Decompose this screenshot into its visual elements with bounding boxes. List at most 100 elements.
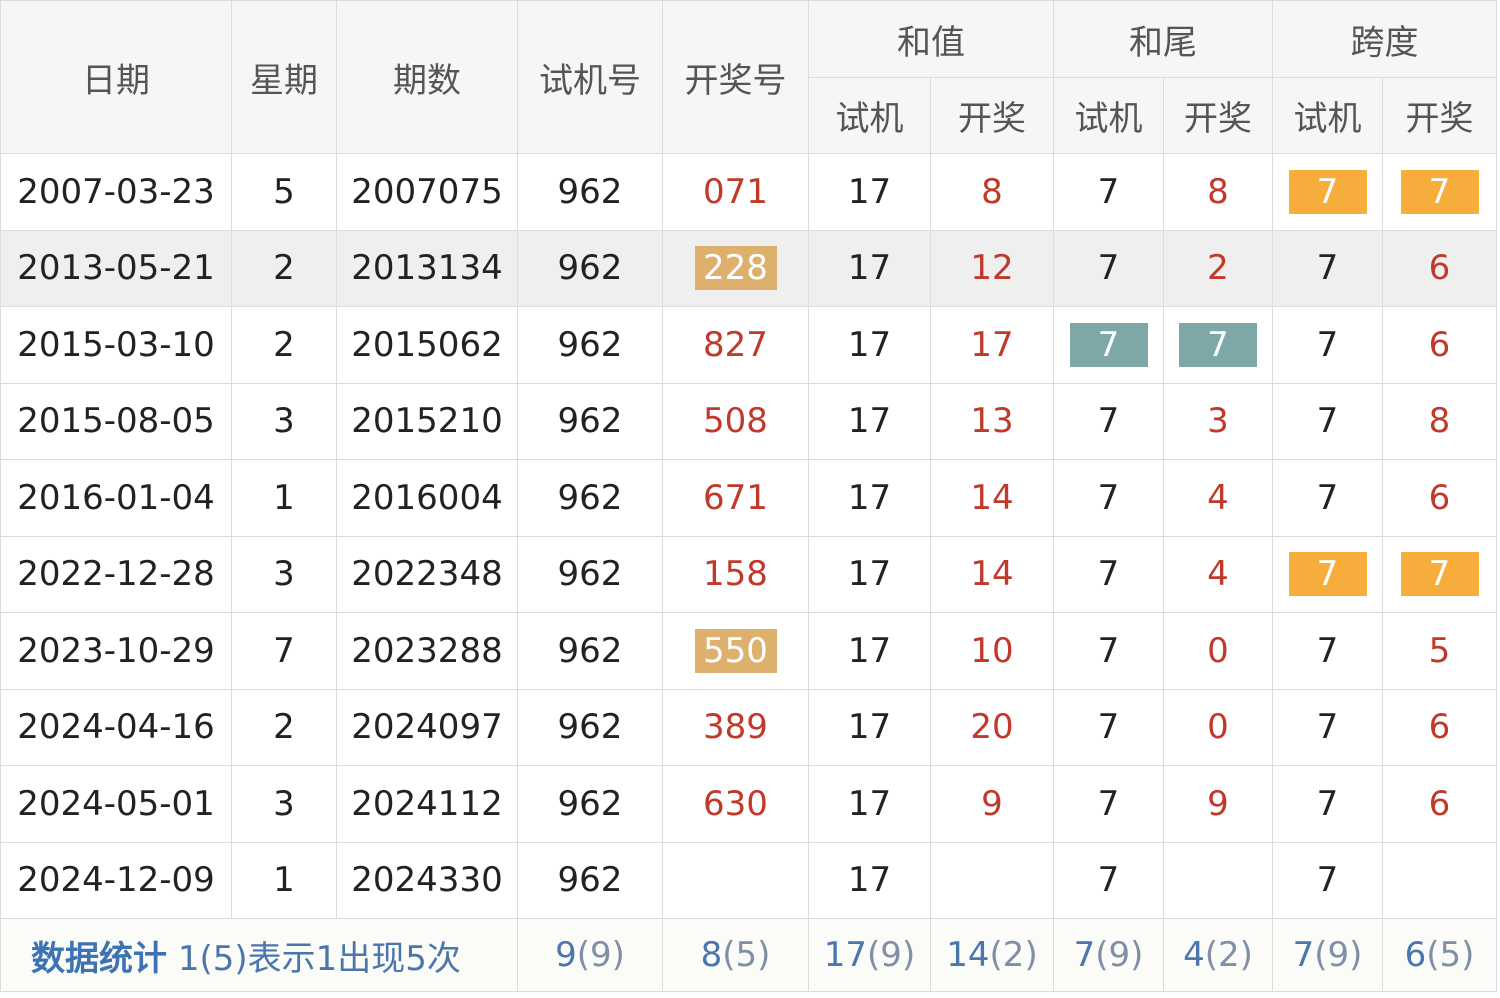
cell-issue: 2022348 xyxy=(336,535,518,613)
cell-tail-test: 7 xyxy=(1053,153,1164,231)
cell-tail-test: 7 xyxy=(1053,612,1164,690)
cell-weekday: 2 xyxy=(231,688,337,766)
cell-span-draw: 7 xyxy=(1382,153,1497,231)
highlight-badge: 7 xyxy=(1400,169,1479,214)
cell-draw-number: 071 xyxy=(662,153,809,231)
stats-row: 数据统计 1(5)表示1出现5次 9(9) 8(5) 17(9) 14(2) 7… xyxy=(0,918,1497,992)
stat-span-draw: 6(5) xyxy=(1382,918,1497,992)
table-row: 2015-03-10 2 2015062 962 827 17 17 7 7 7… xyxy=(0,306,1497,384)
lottery-history-table: 日期 星期 期数 试机号 开奖号 和值 和尾 跨度 试机 开奖 试机 开奖 试机… xyxy=(0,0,1497,992)
stat-value: 7 xyxy=(1292,935,1315,975)
cell-span-test: 7 xyxy=(1272,688,1383,766)
stat-count: (2) xyxy=(989,935,1038,975)
stat-value: 6 xyxy=(1404,935,1427,975)
table-row: 2024-12-09 1 2024330 962 17 7 7 xyxy=(0,841,1497,919)
cell-draw-number: 630 xyxy=(662,765,809,843)
cell-span-test: 7 xyxy=(1272,229,1383,307)
cell-tail-test: 7 xyxy=(1053,535,1164,613)
col-header-tail-test: 试机 xyxy=(1053,77,1164,154)
cell-test-number: 962 xyxy=(517,765,663,843)
cell-weekday: 1 xyxy=(231,459,337,537)
cell-test-number: 962 xyxy=(517,229,663,307)
highlight-badge: 7 xyxy=(1179,322,1257,367)
cell-span-draw: 6 xyxy=(1382,688,1497,766)
col-header-draw-number: 开奖号 xyxy=(662,0,809,154)
cell-date: 2013-05-21 xyxy=(0,229,232,307)
cell-span-test: 7 xyxy=(1272,459,1383,537)
highlight-badge: 7 xyxy=(1400,552,1479,597)
highlight-badge: 550 xyxy=(694,628,777,673)
cell-tail-draw: 9 xyxy=(1163,765,1273,843)
cell-test-number: 962 xyxy=(517,382,663,460)
highlight-badge: 7 xyxy=(1288,552,1367,597)
stat-value: 4 xyxy=(1183,935,1205,975)
cell-span-test: 7 xyxy=(1272,382,1383,460)
stats-title: 数据统计 xyxy=(31,938,167,979)
cell-test-number: 962 xyxy=(517,688,663,766)
cell-sum-draw: 14 xyxy=(930,535,1054,613)
cell-weekday: 3 xyxy=(231,382,337,460)
cell-span-draw: 8 xyxy=(1382,382,1497,460)
col-group-span: 跨度 xyxy=(1272,0,1497,78)
cell-sum-draw: 9 xyxy=(930,765,1054,843)
stat-count: (5) xyxy=(722,935,771,975)
col-header-sum-test: 试机 xyxy=(808,77,931,154)
cell-sum-draw: 17 xyxy=(930,306,1054,384)
cell-test-number: 962 xyxy=(517,535,663,613)
table-row: 2023-10-29 7 2023288 962 550 17 10 7 0 7… xyxy=(0,612,1497,690)
stat-value: 7 xyxy=(1073,935,1096,975)
stat-value: 9 xyxy=(555,935,577,975)
cell-tail-draw: 3 xyxy=(1163,382,1273,460)
cell-issue: 2015210 xyxy=(336,382,518,460)
col-header-weekday: 星期 xyxy=(231,0,337,154)
cell-draw-number: 827 xyxy=(662,306,809,384)
cell-sum-test: 17 xyxy=(808,535,931,613)
stat-count: (5) xyxy=(1426,935,1475,975)
cell-issue: 2024097 xyxy=(336,688,518,766)
col-header-span-draw: 开奖 xyxy=(1382,77,1497,154)
cell-span-test: 7 xyxy=(1272,841,1383,919)
stats-description: 1(5)表示1出现5次 xyxy=(177,938,461,979)
highlight-badge: 7 xyxy=(1288,169,1367,214)
highlight-badge: 228 xyxy=(694,246,777,291)
table-row: 2024-04-16 2 2024097 962 389 17 20 7 0 7… xyxy=(0,688,1497,766)
cell-tail-draw: 2 xyxy=(1163,229,1273,307)
cell-tail-draw: 0 xyxy=(1163,612,1273,690)
cell-tail-draw xyxy=(1163,841,1273,919)
cell-span-test: 7 xyxy=(1272,765,1383,843)
cell-span-draw: 6 xyxy=(1382,306,1497,384)
cell-tail-draw: 0 xyxy=(1163,688,1273,766)
cell-tail-test: 7 xyxy=(1053,841,1164,919)
cell-sum-draw: 14 xyxy=(930,459,1054,537)
stat-value: 17 xyxy=(823,935,868,975)
cell-weekday: 2 xyxy=(231,229,337,307)
cell-weekday: 7 xyxy=(231,612,337,690)
col-header-tail-draw: 开奖 xyxy=(1163,77,1273,154)
cell-span-draw: 5 xyxy=(1382,612,1497,690)
cell-span-draw: 7 xyxy=(1382,535,1497,613)
cell-weekday: 5 xyxy=(231,153,337,231)
cell-span-test: 7 xyxy=(1272,306,1383,384)
cell-issue: 2023288 xyxy=(336,612,518,690)
table-row: 2016-01-04 1 2016004 962 671 17 14 7 4 7… xyxy=(0,459,1497,537)
table-row: 2007-03-23 5 2007075 962 071 17 8 7 8 7 … xyxy=(0,153,1497,231)
cell-sum-test: 17 xyxy=(808,841,931,919)
stat-count: (9) xyxy=(1095,935,1144,975)
cell-tail-draw: 8 xyxy=(1163,153,1273,231)
cell-date: 2024-12-09 xyxy=(0,841,232,919)
stat-value: 8 xyxy=(700,935,723,975)
cell-tail-draw: 4 xyxy=(1163,535,1273,613)
stat-tail-test: 7(9) xyxy=(1053,918,1164,992)
cell-tail-test: 7 xyxy=(1053,382,1164,460)
cell-tail-test: 7 xyxy=(1053,229,1164,307)
cell-sum-test: 17 xyxy=(808,459,931,537)
cell-tail-test: 7 xyxy=(1053,459,1164,537)
stat-sum-test: 17(9) xyxy=(808,918,931,992)
col-header-test-number: 试机号 xyxy=(517,0,663,154)
stat-count: (9) xyxy=(1314,935,1363,975)
stat-value: 14 xyxy=(946,935,990,975)
cell-draw-number xyxy=(662,841,809,919)
cell-date: 2024-05-01 xyxy=(0,765,232,843)
cell-test-number: 962 xyxy=(517,153,663,231)
cell-weekday: 2 xyxy=(231,306,337,384)
